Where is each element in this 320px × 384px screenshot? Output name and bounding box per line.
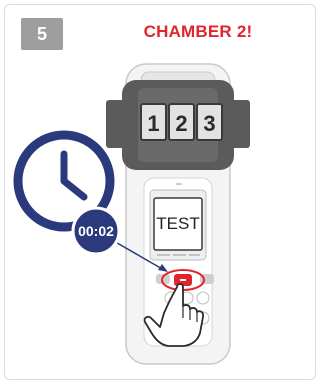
timer-badge: 00:02 xyxy=(71,206,121,256)
chamber-2-label: 2 xyxy=(175,111,187,136)
timer-value: 00:02 xyxy=(78,223,114,239)
chamber-1: 1 xyxy=(140,103,167,141)
device-illustration: 1 2 3 TEST 00:02 xyxy=(13,63,250,365)
chamber-3-label: 3 xyxy=(203,111,215,136)
chamber-1-label: 1 xyxy=(147,111,159,136)
device-screen-text: TEST xyxy=(156,214,199,233)
chamber-3: 3 xyxy=(196,103,223,141)
chamber-2: 2 xyxy=(168,103,195,141)
